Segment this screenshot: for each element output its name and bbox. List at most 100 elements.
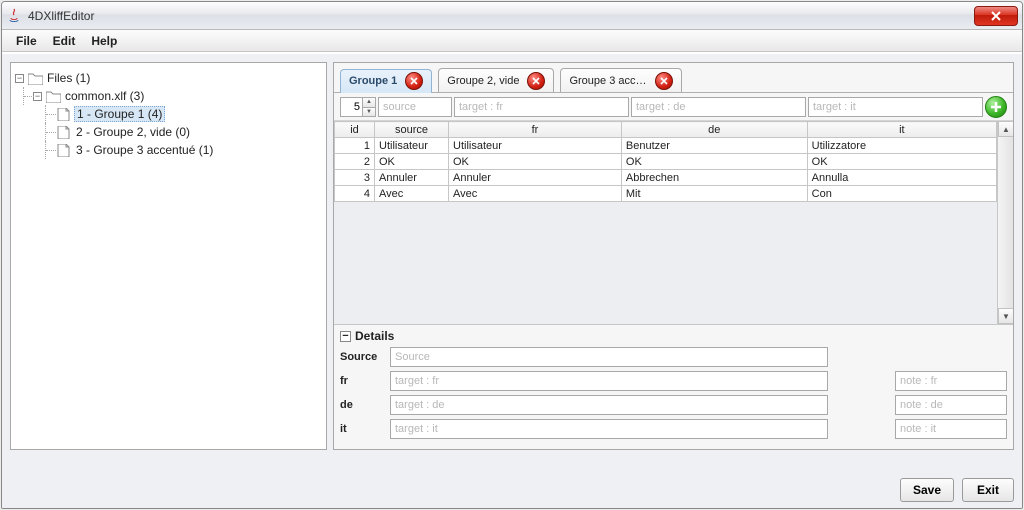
cell-it[interactable]: Con <box>807 186 996 202</box>
col-source[interactable]: source <box>375 122 449 138</box>
tree-label: 2 - Groupe 2, vide (0) <box>76 125 190 139</box>
cell-id[interactable]: 2 <box>335 154 375 170</box>
details-fr-label: fr <box>340 375 384 387</box>
tab-close-icon[interactable] <box>405 72 423 90</box>
file-tree[interactable]: − Files (1) − common.xlf (3) 1 - Groupe … <box>15 69 322 159</box>
cell-de[interactable]: Mit <box>621 186 807 202</box>
window-close-button[interactable] <box>974 6 1018 26</box>
tab-group-2[interactable]: Groupe 2, vide <box>438 68 554 92</box>
details-panel: − Details Source fr de <box>334 324 1013 449</box>
scroll-up-icon[interactable]: ▲ <box>998 121 1013 137</box>
tree-group-2[interactable]: 2 - Groupe 2, vide (0) <box>15 123 322 141</box>
tree-group-3[interactable]: 3 - Groupe 3 accentué (1) <box>15 141 322 159</box>
table-row[interactable]: 4AvecAvecMitCon <box>335 186 997 202</box>
file-icon <box>57 126 72 139</box>
translations-table[interactable]: id source fr de it 1UtilisateurUtilisate… <box>334 121 997 202</box>
cell-id[interactable]: 4 <box>335 186 375 202</box>
menubar: File Edit Help <box>2 30 1022 52</box>
details-fr-input[interactable] <box>390 371 828 391</box>
tab-group-3[interactable]: Groupe 3 acc… <box>560 68 681 92</box>
details-note-de-input[interactable] <box>895 395 1007 415</box>
cell-it[interactable]: Utilizzatore <box>807 138 996 154</box>
cell-it[interactable]: OK <box>807 154 996 170</box>
table-scroll[interactable]: id source fr de it 1UtilisateurUtilisate… <box>334 121 997 324</box>
cell-id[interactable]: 3 <box>335 170 375 186</box>
cell-de[interactable]: Abbrechen <box>621 170 807 186</box>
tree-group-1[interactable]: 1 - Groupe 1 (4) <box>15 105 322 123</box>
tab-close-icon[interactable] <box>527 72 545 90</box>
cell-source[interactable]: Avec <box>375 186 449 202</box>
scroll-down-icon[interactable]: ▼ <box>998 308 1013 324</box>
table-wrap: id source fr de it 1UtilisateurUtilisate… <box>334 121 1013 324</box>
table-row[interactable]: 2OKOKOKOK <box>335 154 997 170</box>
tab-label: Groupe 3 acc… <box>569 75 646 87</box>
folder-icon <box>28 72 43 85</box>
cell-it[interactable]: Annulla <box>807 170 996 186</box>
cell-id[interactable]: 1 <box>335 138 375 154</box>
new-target-it-input[interactable] <box>808 97 983 117</box>
tree-root[interactable]: − Files (1) <box>15 69 322 87</box>
cell-fr[interactable]: Avec <box>449 186 622 202</box>
window-title: 4DXliffEditor <box>28 9 94 23</box>
details-it-input[interactable] <box>390 419 828 439</box>
menu-edit[interactable]: Edit <box>45 32 84 50</box>
cell-source[interactable]: Utilisateur <box>375 138 449 154</box>
editor-panel: Groupe 1 Groupe 2, vide Groupe 3 acc… ▲ <box>333 62 1014 450</box>
save-button[interactable]: Save <box>900 478 954 502</box>
details-de-input[interactable] <box>390 395 828 415</box>
new-target-de-input[interactable] <box>631 97 806 117</box>
tree-label: Files (1) <box>47 71 90 85</box>
id-spinner[interactable]: ▲ ▼ <box>340 97 376 117</box>
details-source-label: Source <box>340 351 384 363</box>
col-id[interactable]: id <box>335 122 375 138</box>
spinner-down-icon[interactable]: ▼ <box>362 107 376 117</box>
cell-source[interactable]: OK <box>375 154 449 170</box>
new-source-input[interactable] <box>378 97 452 117</box>
id-spinner-input[interactable] <box>340 97 362 117</box>
details-title: Details <box>355 329 394 343</box>
cell-fr[interactable]: Annuler <box>449 170 622 186</box>
vertical-scrollbar[interactable]: ▲ ▼ <box>997 121 1013 324</box>
table-header-row: id source fr de it <box>335 122 997 138</box>
details-note-it-input[interactable] <box>895 419 1007 439</box>
details-de-label: de <box>340 399 384 411</box>
tree-label: 1 - Groupe 1 (4) <box>74 106 165 122</box>
titlebar: 4DXliffEditor <box>2 2 1022 30</box>
cell-source[interactable]: Annuler <box>375 170 449 186</box>
col-de[interactable]: de <box>621 122 807 138</box>
tree-toggle-icon[interactable]: − <box>33 92 42 101</box>
tab-close-icon[interactable] <box>655 72 673 90</box>
cell-fr[interactable]: OK <box>449 154 622 170</box>
cell-de[interactable]: OK <box>621 154 807 170</box>
tree-file[interactable]: − common.xlf (3) <box>15 87 322 105</box>
menu-help[interactable]: Help <box>83 32 125 50</box>
footer-buttons: Save Exit <box>900 478 1014 502</box>
java-icon <box>6 8 22 24</box>
menu-file[interactable]: File <box>8 32 45 50</box>
col-fr[interactable]: fr <box>449 122 622 138</box>
cell-de[interactable]: Benutzer <box>621 138 807 154</box>
tab-group-1[interactable]: Groupe 1 <box>340 69 432 93</box>
cell-fr[interactable]: Utilisateur <box>449 138 622 154</box>
file-tree-panel: − Files (1) − common.xlf (3) 1 - Groupe … <box>10 62 327 450</box>
new-target-fr-input[interactable] <box>454 97 629 117</box>
tab-label: Groupe 1 <box>349 75 397 87</box>
content-area: − Files (1) − common.xlf (3) 1 - Groupe … <box>2 54 1022 508</box>
details-source-input[interactable] <box>390 347 828 367</box>
spinner-up-icon[interactable]: ▲ <box>362 97 376 107</box>
table-row[interactable]: 3AnnulerAnnulerAbbrechenAnnulla <box>335 170 997 186</box>
tree-toggle-icon[interactable]: − <box>15 74 24 83</box>
new-entry-row: ▲ ▼ <box>334 93 1013 121</box>
exit-button[interactable]: Exit <box>962 478 1014 502</box>
tree-label: 3 - Groupe 3 accentué (1) <box>76 143 213 157</box>
collapse-toggle-icon[interactable]: − <box>340 331 351 342</box>
col-it[interactable]: it <box>807 122 996 138</box>
add-entry-button[interactable] <box>985 96 1007 118</box>
details-header: − Details <box>340 329 1007 343</box>
table-row[interactable]: 1UtilisateurUtilisateurBenutzerUtilizzat… <box>335 138 997 154</box>
file-icon <box>57 144 72 157</box>
file-icon <box>57 108 72 121</box>
app-window: 4DXliffEditor File Edit Help − Files (1)… <box>1 1 1023 509</box>
tab-label: Groupe 2, vide <box>447 75 519 87</box>
details-note-fr-input[interactable] <box>895 371 1007 391</box>
